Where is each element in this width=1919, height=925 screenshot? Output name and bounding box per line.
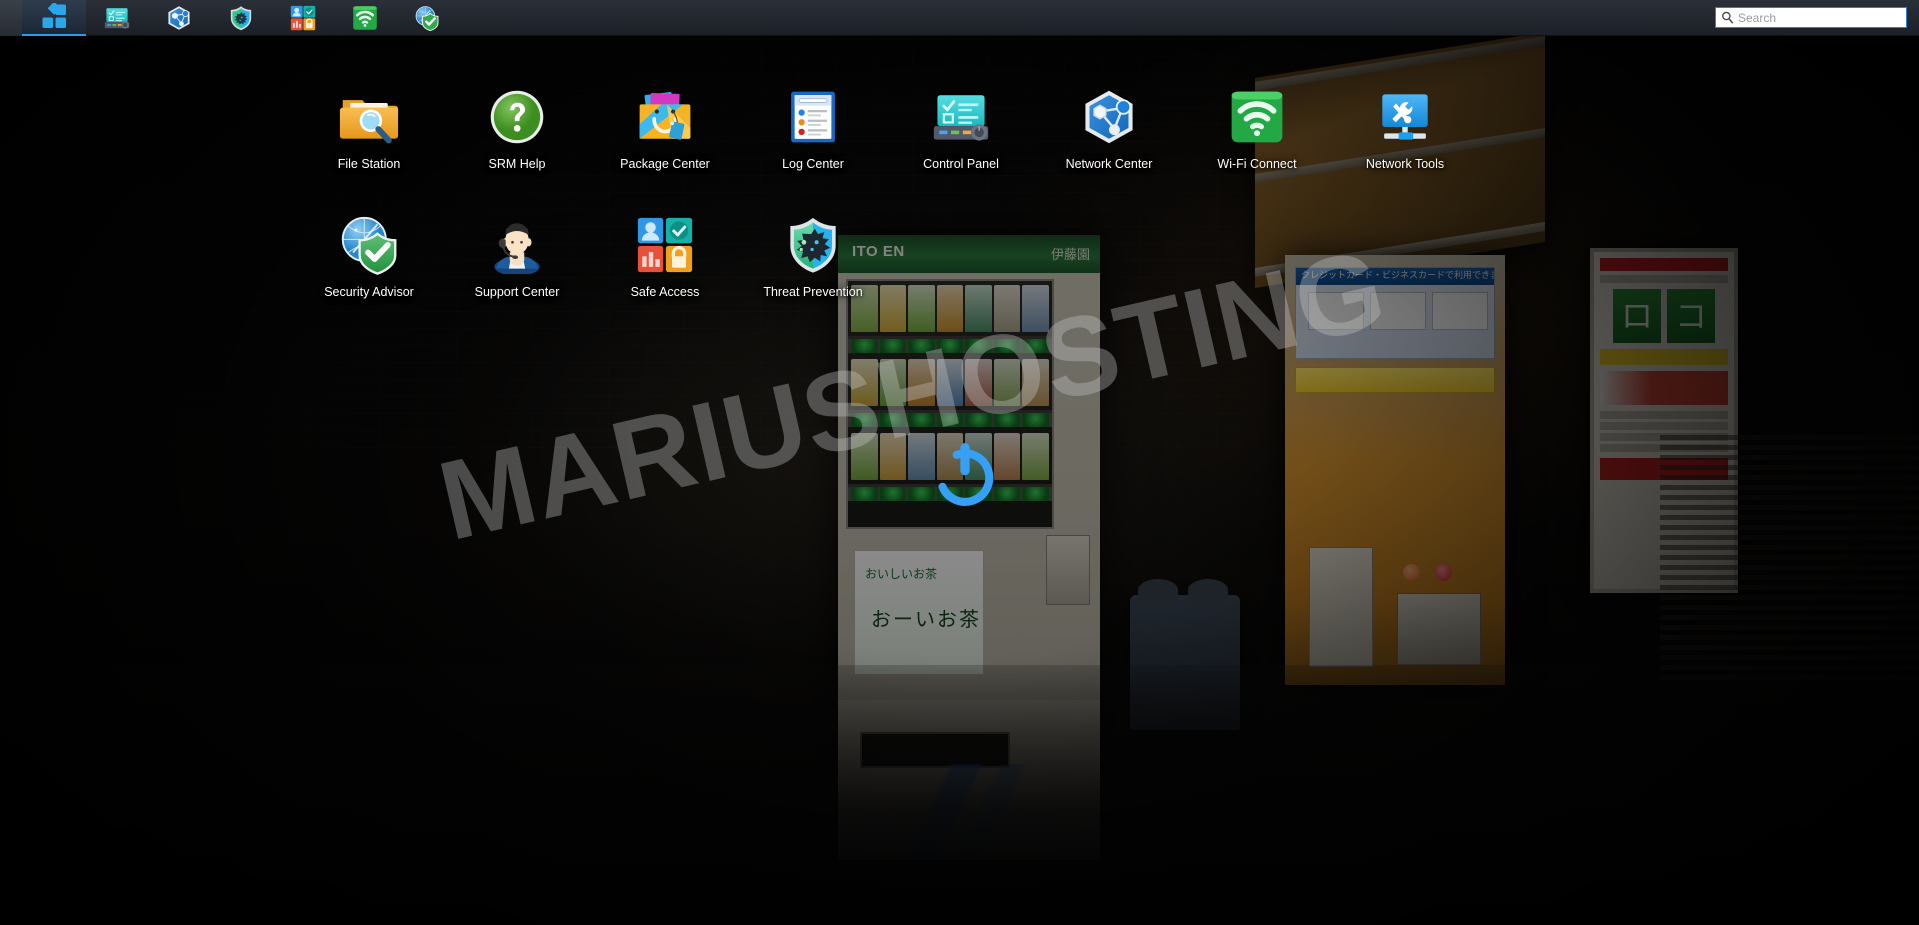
vending-poster-line2: おーいお茶 <box>871 607 981 631</box>
sign-glyph-right: コ <box>1667 289 1715 343</box>
search-input[interactable] <box>1738 9 1901 26</box>
desktop-icon-log-center[interactable]: Log Center <box>739 80 887 182</box>
desktop: ITO EN 伊藤園 おいしいお茶 おーいお茶 クレジットカード・ビジネスカード… <box>0 0 1919 925</box>
desktop-icon-srm-help[interactable]: SRM Help <box>443 80 591 182</box>
desktop-icon-label: Safe Access <box>630 285 700 299</box>
desktop-icon-threat-prevention[interactable]: Threat Prevention <box>739 208 887 310</box>
network-center-icon <box>166 5 192 31</box>
kiosk-yellow-strip <box>1295 367 1495 393</box>
wallpaper-shutter <box>1660 430 1919 680</box>
kiosk-keypad <box>1309 547 1373 667</box>
desktop-icon-control-panel[interactable]: Control Panel <box>887 80 1035 182</box>
log-center-icon <box>782 86 844 148</box>
taskbar-app-list <box>86 0 458 36</box>
security-advisor-icon <box>414 5 440 31</box>
taskbar-left-edge <box>0 0 22 36</box>
desktop-icon-label: Package Center <box>620 157 710 171</box>
desktop-icon-label: Security Advisor <box>324 285 414 299</box>
threat-prevention-icon <box>228 5 254 31</box>
desktop-icon-label: Network Tools <box>1365 157 1445 171</box>
safe-access-icon <box>634 214 696 276</box>
kiosk-button-red <box>1435 564 1452 581</box>
taskbar-item-security-advisor[interactable] <box>396 0 458 36</box>
desktop-icon-file-station[interactable]: File Station <box>295 80 443 182</box>
network-center-icon <box>1078 86 1140 148</box>
sign-glyph-left: ロ <box>1613 289 1661 343</box>
taskbar-item-network-center[interactable] <box>148 0 210 36</box>
wifi-connect-icon <box>1226 86 1288 148</box>
desktop-icon-security-advisor[interactable]: Security Advisor <box>295 208 443 310</box>
taskbar-item-safe-access[interactable] <box>272 0 334 36</box>
vending-machine-window <box>846 279 1054 529</box>
desktop-icon-network-center[interactable]: Network Center <box>1035 80 1183 182</box>
srm-help-icon <box>486 86 548 148</box>
security-advisor-icon <box>338 214 400 276</box>
safe-access-icon <box>290 5 316 31</box>
desktop-icon-safe-access[interactable]: Safe Access <box>591 208 739 310</box>
wifi-connect-icon <box>352 5 378 31</box>
kiosk-tray <box>1397 593 1481 665</box>
desktop-icon-label: Network Center <box>1065 157 1153 171</box>
desktop-icon-grid: File Station SRM Help Package Center Log… <box>295 80 1479 310</box>
control-panel-icon <box>930 86 992 148</box>
desktop-icon-support-center[interactable]: Support Center <box>443 208 591 310</box>
vending-poster-line1: おいしいお茶 <box>865 567 938 581</box>
vending-machine-coin-return <box>1046 535 1090 605</box>
desktop-icon-row: File Station SRM Help Package Center Log… <box>295 80 1479 182</box>
package-center-icon <box>634 86 696 148</box>
taskbar <box>0 0 1919 36</box>
main-menu-button[interactable] <box>22 0 86 36</box>
support-center-icon <box>486 214 548 276</box>
taskbar-item-control-panel[interactable] <box>86 0 148 36</box>
desktop-icon-label: Support Center <box>474 285 560 299</box>
desktop-icon-label: SRM Help <box>488 157 546 171</box>
taskbar-item-threat-prevention[interactable] <box>210 0 272 36</box>
search-icon <box>1721 11 1734 24</box>
control-panel-icon <box>104 5 130 31</box>
file-station-icon <box>338 86 400 148</box>
wallpaper-street-floor <box>0 665 1919 925</box>
network-tools-icon <box>1374 86 1436 148</box>
desktop-icon-label: Log Center <box>782 157 844 171</box>
taskbar-item-wifi-connect[interactable] <box>334 0 396 36</box>
app-grid-icon <box>39 2 69 31</box>
desktop-icon-label: Control Panel <box>923 157 999 171</box>
desktop-icon-wifi-connect[interactable]: Wi-Fi Connect <box>1183 80 1331 182</box>
desktop-icon-label: Threat Prevention <box>763 285 863 299</box>
threat-prevention-icon <box>782 214 844 276</box>
wallpaper-ticket-kiosk: クレジットカード・ビジネスカードで利用できます <box>1285 255 1505 685</box>
desktop-icon-network-tools[interactable]: Network Tools <box>1331 80 1479 182</box>
desktop-icon-package-center[interactable]: Package Center <box>591 80 739 182</box>
desktop-icon-label: File Station <box>337 157 401 171</box>
kiosk-button-orange <box>1403 564 1420 581</box>
search-box[interactable] <box>1715 7 1907 28</box>
desktop-icon-row: Security Advisor Support Center Safe Acc… <box>295 208 1479 310</box>
desktop-icon-label: Wi-Fi Connect <box>1217 157 1297 171</box>
vending-machine-poster: おいしいお茶 おーいお茶 <box>854 550 984 675</box>
